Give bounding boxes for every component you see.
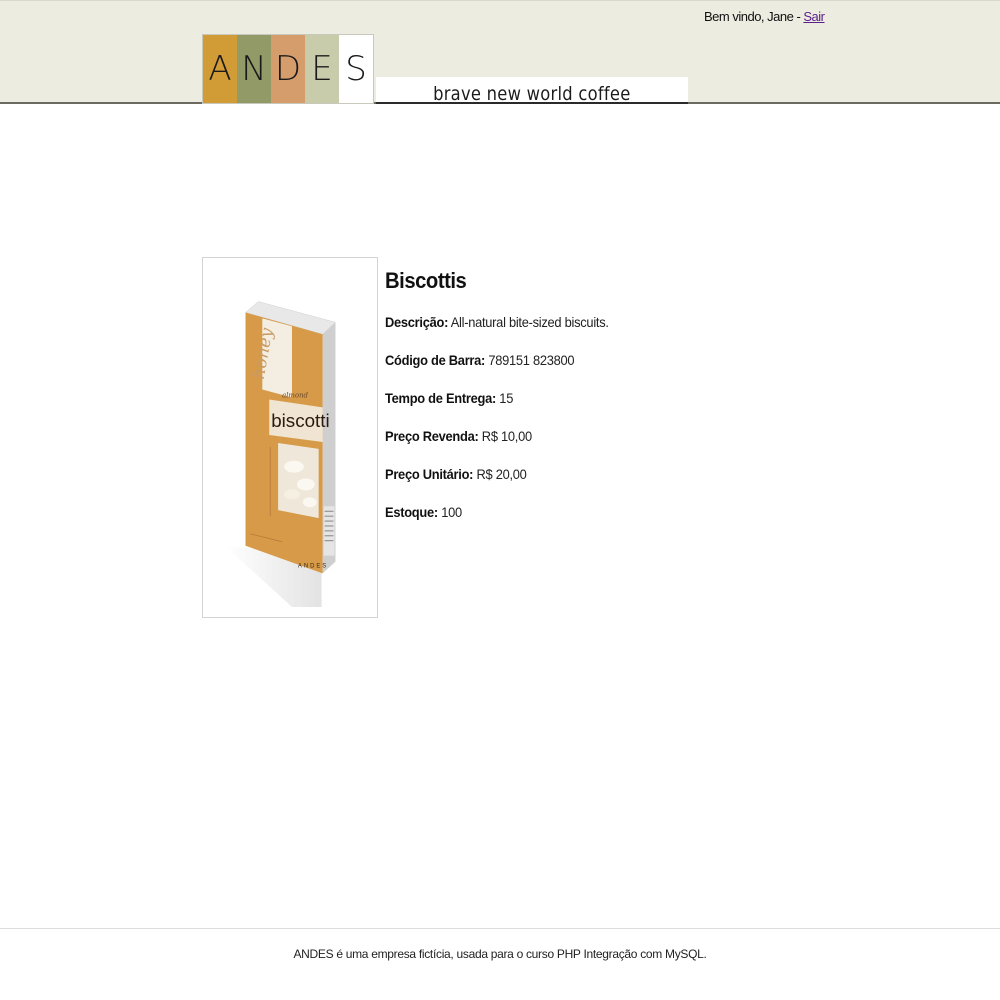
field-value: R$ 10,00	[481, 428, 532, 444]
field-description: Descrição: All-natural bite-sized biscui…	[385, 314, 753, 352]
welcome-text: Bem vindo, Jane -	[704, 9, 804, 24]
field-resale-price: Preço Revenda: R$ 10,00	[385, 428, 753, 466]
package-almond-text: almond	[282, 391, 308, 399]
field-stock: Estoque: 100	[385, 504, 753, 542]
logo-letter-e: E	[305, 35, 339, 103]
footer-text: ANDES é uma empresa fictícia, usada para…	[293, 947, 707, 961]
product-fields: Descrição: All-natural bite-sized biscui…	[385, 314, 785, 542]
field-label: Código de Barra:	[385, 352, 486, 368]
field-delivery-time: Tempo de Entrega: 15	[385, 390, 753, 428]
field-label: Estoque:	[385, 504, 438, 520]
product-image: honey almond biscotti ANDES	[202, 257, 378, 618]
logo-letter-a: A	[203, 35, 237, 103]
field-label: Tempo de Entrega:	[385, 390, 497, 406]
tagline-banner: brave new world coffee	[376, 77, 688, 104]
site-header: Bem vindo, Jane - Sair A N D E S brave n…	[0, 0, 1000, 104]
tagline: brave new world coffee	[433, 83, 631, 105]
field-unit-price: Preço Unitário: R$ 20,00	[385, 466, 753, 504]
welcome-message: Bem vindo, Jane - Sair	[704, 9, 825, 24]
product-details: Biscottis Descrição: All-natural bite-si…	[385, 268, 785, 542]
logo-letter-d: D	[271, 35, 305, 103]
field-label: Preço Revenda:	[385, 428, 479, 444]
biscotti-package-image: honey almond biscotti ANDES	[224, 301, 336, 608]
field-value: All-natural bite-sized biscuits.	[450, 314, 609, 330]
field-value: 100	[441, 504, 462, 520]
logo-letter-n: N	[237, 35, 271, 103]
field-label: Preço Unitário:	[385, 466, 474, 482]
field-value: 15	[499, 390, 514, 406]
package-biscotti-text: biscotti	[271, 410, 329, 431]
field-value: R$ 20,00	[476, 466, 527, 482]
logo-letter-s: S	[339, 35, 373, 103]
product-title: Biscottis	[385, 268, 467, 293]
logout-link[interactable]: Sair	[803, 9, 825, 24]
field-label: Descrição:	[385, 314, 449, 330]
site-footer: ANDES é uma empresa fictícia, usada para…	[0, 928, 1000, 1000]
field-value: 789151 823800	[488, 352, 575, 368]
field-barcode: Código de Barra: 789151 823800	[385, 352, 753, 390]
package-brand-text: ANDES	[298, 564, 328, 570]
andes-logo[interactable]: A N D E S	[202, 34, 374, 104]
